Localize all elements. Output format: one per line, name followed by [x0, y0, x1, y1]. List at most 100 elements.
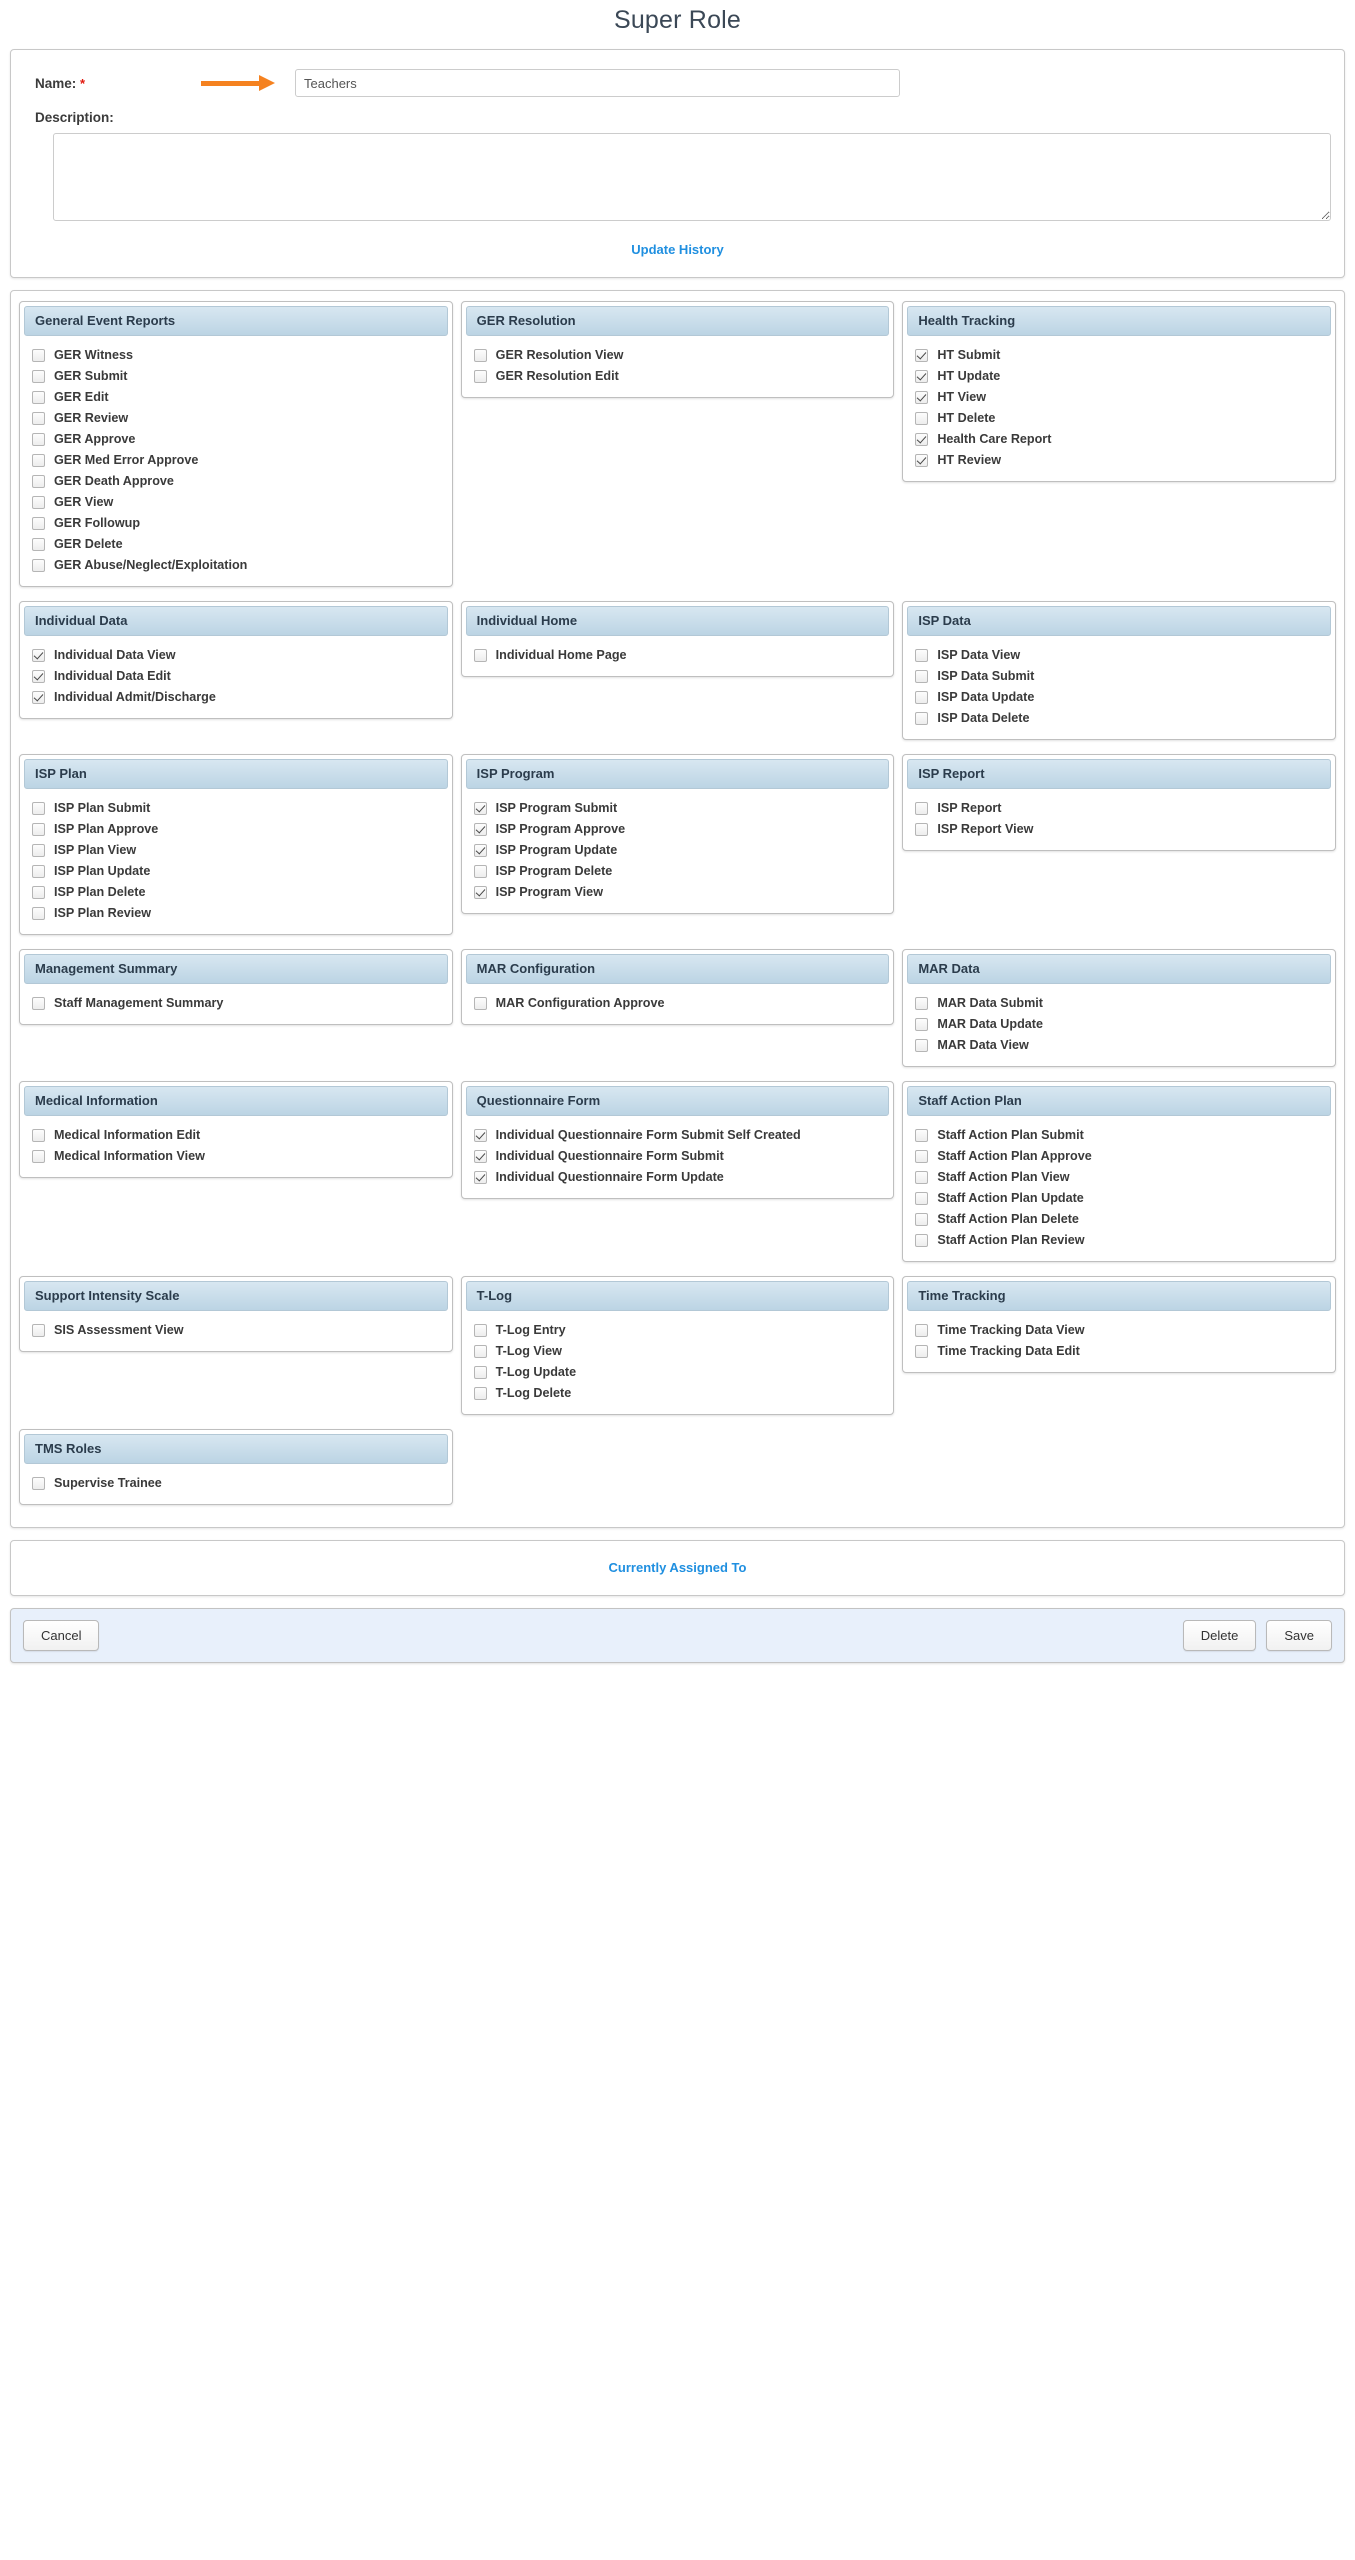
checkbox-unchecked-icon[interactable] [915, 1344, 929, 1358]
checkbox-unchecked-icon[interactable] [473, 1323, 487, 1337]
checkbox-unchecked-icon[interactable] [32, 1128, 45, 1142]
permission-checkbox-row[interactable]: Individual Data View [32, 645, 448, 666]
permission-checkbox-row[interactable]: GER Witness [32, 345, 448, 366]
checkbox-checked-icon[interactable] [915, 390, 929, 404]
permission-checkbox-row[interactable]: GER Abuse/Neglect/Exploitation [32, 555, 448, 576]
permission-checkbox-row[interactable]: GER Delete [32, 534, 448, 555]
checkbox-checked-icon[interactable] [915, 369, 929, 383]
permission-checkbox-row[interactable]: ISP Program View [473, 882, 890, 903]
checkbox-unchecked-icon[interactable] [473, 1365, 487, 1379]
permission-checkbox-row[interactable]: ISP Plan Submit [32, 798, 448, 819]
permission-checkbox-row[interactable]: ISP Report [915, 798, 1331, 819]
checkbox-checked-icon[interactable] [915, 432, 929, 446]
permission-checkbox-row[interactable]: Supervise Trainee [32, 1473, 448, 1494]
checkbox-unchecked-icon[interactable] [473, 864, 487, 878]
permission-checkbox-row[interactable]: Medical Information Edit [32, 1125, 448, 1146]
checkbox-unchecked-icon[interactable] [32, 453, 45, 467]
permission-checkbox-row[interactable]: HT Delete [915, 408, 1331, 429]
checkbox-unchecked-icon[interactable] [32, 474, 45, 488]
permission-checkbox-row[interactable]: T-Log Entry [473, 1320, 890, 1341]
checkbox-unchecked-icon[interactable] [915, 411, 929, 425]
permission-checkbox-row[interactable]: Staff Action Plan Approve [915, 1146, 1331, 1167]
permission-checkbox-row[interactable]: Staff Action Plan Update [915, 1188, 1331, 1209]
checkbox-unchecked-icon[interactable] [32, 906, 45, 920]
permission-checkbox-row[interactable]: T-Log Delete [473, 1383, 890, 1404]
permission-checkbox-row[interactable]: ISP Program Update [473, 840, 890, 861]
checkbox-unchecked-icon[interactable] [32, 1476, 45, 1490]
checkbox-checked-icon[interactable] [473, 885, 487, 899]
checkbox-unchecked-icon[interactable] [32, 411, 45, 425]
checkbox-unchecked-icon[interactable] [915, 1038, 929, 1052]
currently-assigned-to-link[interactable]: Currently Assigned To [609, 1560, 747, 1575]
checkbox-unchecked-icon[interactable] [32, 516, 45, 530]
permission-checkbox-row[interactable]: MAR Data View [915, 1035, 1331, 1056]
checkbox-unchecked-icon[interactable] [473, 1386, 487, 1400]
checkbox-checked-icon[interactable] [32, 648, 45, 662]
checkbox-unchecked-icon[interactable] [915, 1323, 929, 1337]
permission-checkbox-row[interactable]: GER Review [32, 408, 448, 429]
permission-checkbox-row[interactable]: Medical Information View [32, 1146, 448, 1167]
delete-button[interactable]: Delete [1182, 1620, 1257, 1651]
checkbox-checked-icon[interactable] [32, 690, 45, 704]
checkbox-unchecked-icon[interactable] [915, 711, 929, 725]
checkbox-unchecked-icon[interactable] [32, 558, 45, 572]
permission-checkbox-row[interactable]: GER Death Approve [32, 471, 448, 492]
permission-checkbox-row[interactable]: GER Resolution View [473, 345, 890, 366]
permission-checkbox-row[interactable]: ISP Report View [915, 819, 1331, 840]
permission-checkbox-row[interactable]: HT Review [915, 450, 1331, 471]
permission-checkbox-row[interactable]: GER Edit [32, 387, 448, 408]
permission-checkbox-row[interactable]: Individual Questionnaire Form Submit Sel… [473, 1125, 890, 1146]
checkbox-checked-icon[interactable] [32, 669, 45, 683]
permission-checkbox-row[interactable]: Staff Action Plan Delete [915, 1209, 1331, 1230]
permission-checkbox-row[interactable]: ISP Plan Delete [32, 882, 448, 903]
checkbox-unchecked-icon[interactable] [915, 1191, 929, 1205]
checkbox-checked-icon[interactable] [473, 801, 487, 815]
permission-checkbox-row[interactable]: T-Log Update [473, 1362, 890, 1383]
permission-checkbox-row[interactable]: GER Approve [32, 429, 448, 450]
update-history-link[interactable]: Update History [631, 242, 723, 257]
checkbox-unchecked-icon[interactable] [473, 1344, 487, 1358]
checkbox-unchecked-icon[interactable] [915, 996, 929, 1010]
checkbox-checked-icon[interactable] [473, 843, 487, 857]
permission-checkbox-row[interactable]: Time Tracking Data Edit [915, 1341, 1331, 1362]
checkbox-checked-icon[interactable] [915, 348, 929, 362]
permission-checkbox-row[interactable]: Staff Management Summary [32, 993, 448, 1014]
permission-checkbox-row[interactable]: ISP Program Approve [473, 819, 890, 840]
permission-checkbox-row[interactable]: ISP Plan Review [32, 903, 448, 924]
permission-checkbox-row[interactable]: HT Submit [915, 345, 1331, 366]
checkbox-unchecked-icon[interactable] [915, 1233, 929, 1247]
permission-checkbox-row[interactable]: SIS Assessment View [32, 1320, 448, 1341]
permission-checkbox-row[interactable]: Staff Action Plan View [915, 1167, 1331, 1188]
permission-checkbox-row[interactable]: ISP Plan Approve [32, 819, 448, 840]
checkbox-unchecked-icon[interactable] [473, 369, 487, 383]
checkbox-checked-icon[interactable] [473, 1149, 487, 1163]
permission-checkbox-row[interactable]: Individual Questionnaire Form Submit [473, 1146, 890, 1167]
permission-checkbox-row[interactable]: Health Care Report [915, 429, 1331, 450]
permission-checkbox-row[interactable]: GER View [32, 492, 448, 513]
checkbox-unchecked-icon[interactable] [473, 996, 487, 1010]
checkbox-checked-icon[interactable] [473, 1128, 487, 1142]
permission-checkbox-row[interactable]: Staff Action Plan Submit [915, 1125, 1331, 1146]
checkbox-unchecked-icon[interactable] [32, 864, 45, 878]
permission-checkbox-row[interactable]: ISP Plan Update [32, 861, 448, 882]
permission-checkbox-row[interactable]: GER Followup [32, 513, 448, 534]
permission-checkbox-row[interactable]: GER Resolution Edit [473, 366, 890, 387]
permission-checkbox-row[interactable]: MAR Configuration Approve [473, 993, 890, 1014]
permission-checkbox-row[interactable]: HT Update [915, 366, 1331, 387]
checkbox-unchecked-icon[interactable] [32, 537, 45, 551]
permission-checkbox-row[interactable]: MAR Data Update [915, 1014, 1331, 1035]
save-button[interactable]: Save [1266, 1620, 1332, 1651]
checkbox-unchecked-icon[interactable] [915, 1017, 929, 1031]
checkbox-unchecked-icon[interactable] [32, 1149, 45, 1163]
role-description-textarea[interactable] [53, 133, 1331, 221]
checkbox-unchecked-icon[interactable] [915, 1149, 929, 1163]
checkbox-unchecked-icon[interactable] [473, 348, 487, 362]
checkbox-unchecked-icon[interactable] [32, 885, 45, 899]
checkbox-checked-icon[interactable] [473, 822, 487, 836]
checkbox-unchecked-icon[interactable] [32, 822, 45, 836]
permission-checkbox-row[interactable]: Individual Questionnaire Form Update [473, 1167, 890, 1188]
cancel-button[interactable]: Cancel [23, 1620, 100, 1651]
checkbox-unchecked-icon[interactable] [915, 690, 929, 704]
checkbox-unchecked-icon[interactable] [915, 648, 929, 662]
checkbox-unchecked-icon[interactable] [915, 669, 929, 683]
